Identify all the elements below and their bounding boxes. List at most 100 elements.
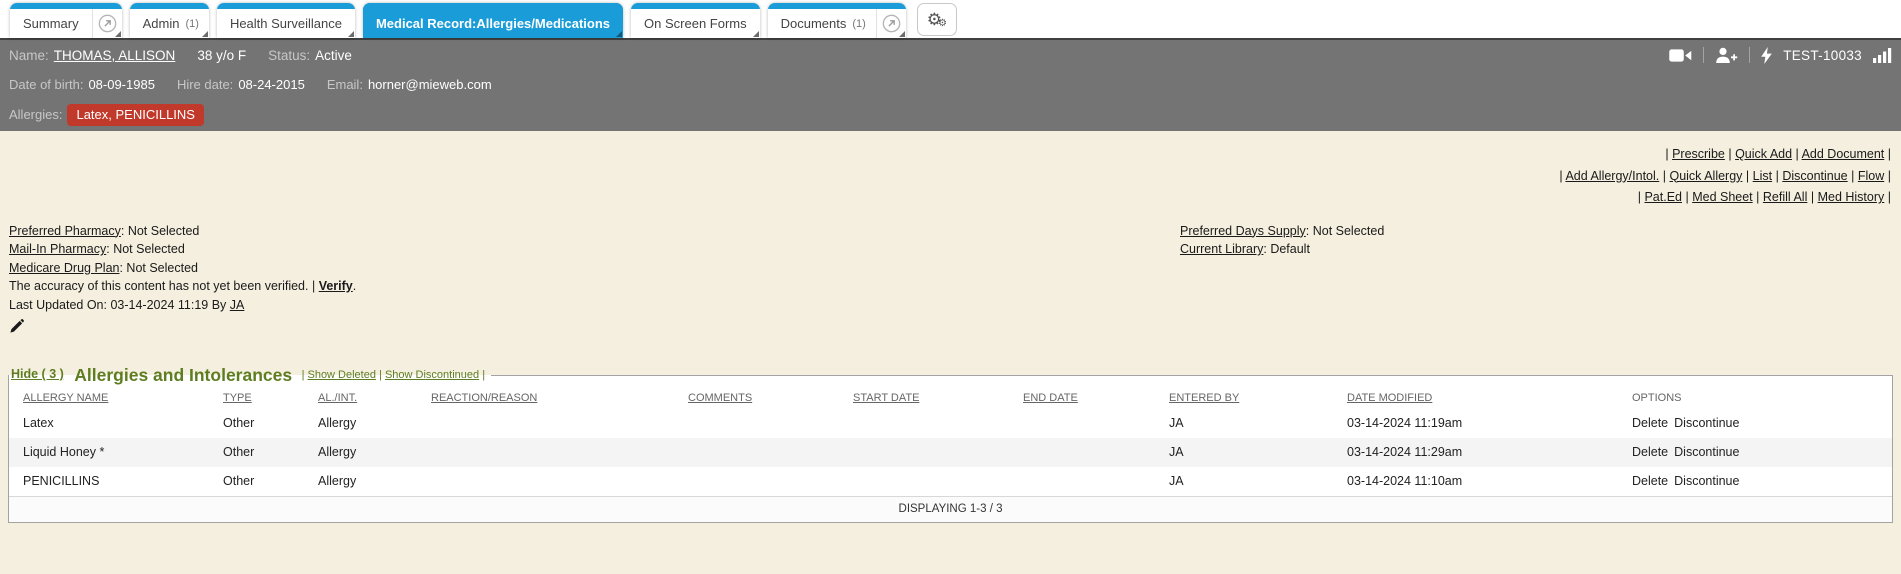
last-updated-by-link[interactable]: JA <box>230 298 245 312</box>
tab-documents-label: Documents <box>780 16 847 31</box>
table-header-row: ALLERGY NAME TYPE AL./INT. REACTION/REAS… <box>9 386 1892 409</box>
person-add-icon[interactable] <box>1715 47 1738 63</box>
allergy-name-cell: Liquid Honey * <box>23 445 105 459</box>
edit-pencil-icon[interactable] <box>0 319 1901 335</box>
quick-links-row-2: | Add Allergy/Intol. | Quick Allergy | L… <box>1559 168 1891 183</box>
tab-admin-label: Admin <box>142 16 180 31</box>
allergies-table: ALLERGY NAME TYPE AL./INT. REACTION/REAS… <box>9 386 1892 496</box>
allergy-name-cell: PENICILLINS <box>23 474 100 488</box>
current-library-link[interactable]: Current Library <box>1180 242 1263 256</box>
tab-health-surveillance[interactable]: Health Surveillance <box>216 3 355 38</box>
discontinue-link[interactable]: Discontinue <box>1674 416 1739 430</box>
quick-action-links: | Prescribe | Quick Add | Add Document |… <box>0 144 1901 209</box>
col-date-modified: DATE MODIFIED <box>1347 392 1433 404</box>
flow-link[interactable]: Flow <box>1858 169 1884 183</box>
delete-link[interactable]: Delete <box>1632 416 1668 430</box>
quick-allergy-link[interactable]: Quick Allergy <box>1669 169 1742 183</box>
pharmacy-info-block: Preferred Pharmacy: Not Selected Mail-In… <box>9 222 1180 315</box>
tab-summary-label: Summary <box>23 16 79 31</box>
last-updated-row: Last Updated On: 03-14-2024 11:19 By JA <box>9 296 1180 315</box>
delete-link[interactable]: Delete <box>1632 445 1668 459</box>
med-sheet-link[interactable]: Med Sheet <box>1692 190 1752 204</box>
medicare-plan-value: Not Selected <box>126 260 198 275</box>
chart-id: TEST-10033 <box>1783 47 1862 63</box>
col-entered-by: ENTERED BY <box>1169 392 1240 404</box>
table-paging-status: DISPLAYING 1-3 / 3 <box>9 496 1892 522</box>
supply-info-block: Preferred Days Supply: Not Selected Curr… <box>1180 222 1901 315</box>
tab-summary[interactable]: Summary <box>10 3 122 38</box>
pat-ed-link[interactable]: Pat.Ed <box>1644 190 1682 204</box>
days-supply-row: Preferred Days Supply: Not Selected <box>1180 223 1385 238</box>
verify-link[interactable]: Verify <box>319 279 353 293</box>
delete-link[interactable]: Delete <box>1632 474 1668 488</box>
preferred-pharmacy-link[interactable]: Preferred Pharmacy <box>9 224 121 238</box>
discontinue-link[interactable]: Discontinue <box>1782 169 1847 183</box>
table-row: PENICILLINS Other Allergy JA 03-14-2024 … <box>9 467 1892 496</box>
patient-email: horner@mieweb.com <box>367 76 492 92</box>
accuracy-text: The accuracy of this content has not yet… <box>9 279 309 293</box>
med-history-link[interactable]: Med History <box>1818 190 1885 204</box>
tab-admin-count: (1) <box>185 17 199 30</box>
discontinue-link[interactable]: Discontinue <box>1674 474 1739 488</box>
show-discontinued-link[interactable]: Show Discontinued <box>385 369 479 381</box>
show-filter-links: | Show Deleted | Show Discontinued | <box>301 369 486 381</box>
mailin-pharmacy-link[interactable]: Mail-In Pharmacy <box>9 242 106 256</box>
discontinue-link[interactable]: Discontinue <box>1674 445 1739 459</box>
tab-health-surveillance-label: Health Surveillance <box>229 16 342 31</box>
tab-on-screen-forms-label: On Screen Forms <box>644 16 747 31</box>
tab-documents[interactable]: Documents (1) <box>767 3 906 38</box>
allergies-badge[interactable]: Latex, PENICILLINS <box>67 103 204 126</box>
current-library-value: Default <box>1270 242 1310 256</box>
tab-bar: Summary Admin (1) Health Surveillance Me… <box>0 0 1901 38</box>
patient-dob: 08-09-1985 <box>88 76 155 92</box>
last-updated-text: Last Updated On: 03-14-2024 11:19 By <box>9 297 227 312</box>
col-options: OPTIONS <box>1632 392 1682 404</box>
col-start-date: START DATE <box>853 392 920 404</box>
mailin-pharmacy-row: Mail-In Pharmacy: Not Selected <box>9 242 185 256</box>
settings-gear-button[interactable]: ⚙ ⚙ <box>916 3 957 36</box>
tab-medical-record[interactable]: Medical Record:Allergies/Medications <box>362 3 624 38</box>
medicare-plan-link[interactable]: Medicare Drug Plan <box>9 261 119 275</box>
table-row: Liquid Honey * Other Allergy JA 03-14-20… <box>9 438 1892 467</box>
prescribe-link[interactable]: Prescribe <box>1672 147 1725 161</box>
add-document-link[interactable]: Add Document <box>1802 147 1885 161</box>
popout-icon[interactable] <box>875 9 906 38</box>
col-comments: COMMENTS <box>688 392 753 404</box>
refill-all-link[interactable]: Refill All <box>1763 190 1807 204</box>
accuracy-row: The accuracy of this content has not yet… <box>9 279 357 293</box>
list-link[interactable]: List <box>1753 169 1772 183</box>
allergy-name-cell: Latex <box>23 416 54 430</box>
allergies-label: Allergies: <box>9 107 63 122</box>
quick-add-link[interactable]: Quick Add <box>1735 147 1792 161</box>
lightning-bolt-icon[interactable] <box>1761 46 1773 64</box>
tab-medical-record-label: Medical Record:Allergies/Medications <box>375 16 611 31</box>
medications-panel: | Prescribe | Quick Add | Add Document |… <box>0 131 1901 523</box>
col-reaction: REACTION/REASON <box>431 392 538 404</box>
current-library-row: Current Library: Default <box>1180 242 1310 256</box>
tab-on-screen-forms[interactable]: On Screen Forms <box>631 3 760 38</box>
add-allergy-intol-link[interactable]: Add Allergy/Intol. <box>1565 169 1659 183</box>
col-allergy-name: ALLERGY NAME <box>23 392 109 404</box>
col-al-int: AL./INT. <box>318 392 358 404</box>
medicare-plan-row: Medicare Drug Plan: Not Selected <box>9 260 198 275</box>
popout-icon[interactable] <box>91 9 122 38</box>
patient-name-link[interactable]: THOMAS, ALLISON <box>54 48 176 63</box>
flowsheet-chart-icon[interactable] <box>1873 47 1892 63</box>
hide-section-link[interactable]: Hide ( 3 ) <box>11 367 64 381</box>
show-deleted-link[interactable]: Show Deleted <box>307 369 376 381</box>
tab-admin[interactable]: Admin (1) <box>129 3 209 38</box>
divider <box>1703 47 1705 63</box>
patient-status: Active <box>315 47 352 63</box>
allergies-fieldset: Hide ( 3 ) Allergies and Intolerances | … <box>8 365 1893 523</box>
allergies-section-header: Hide ( 3 ) Allergies and Intolerances | … <box>9 365 491 386</box>
preferred-pharmacy-row: Preferred Pharmacy: Not Selected <box>9 223 200 238</box>
name-label: Name: <box>9 47 49 63</box>
patient-age-sex: 38 y/o F <box>197 47 247 63</box>
patient-header-band: Name: THOMAS, ALLISON 38 y/o F Status: A… <box>0 38 1901 131</box>
days-supply-link[interactable]: Preferred Days Supply <box>1180 224 1306 238</box>
allergies-section-title: Allergies and Intolerances <box>74 365 293 385</box>
video-camera-icon[interactable] <box>1669 48 1692 63</box>
quick-links-row-3: | Pat.Ed | Med Sheet | Refill All | Med … <box>1637 190 1891 204</box>
tab-documents-count: (1) <box>852 17 866 30</box>
preferred-pharmacy-value: Not Selected <box>127 223 200 238</box>
